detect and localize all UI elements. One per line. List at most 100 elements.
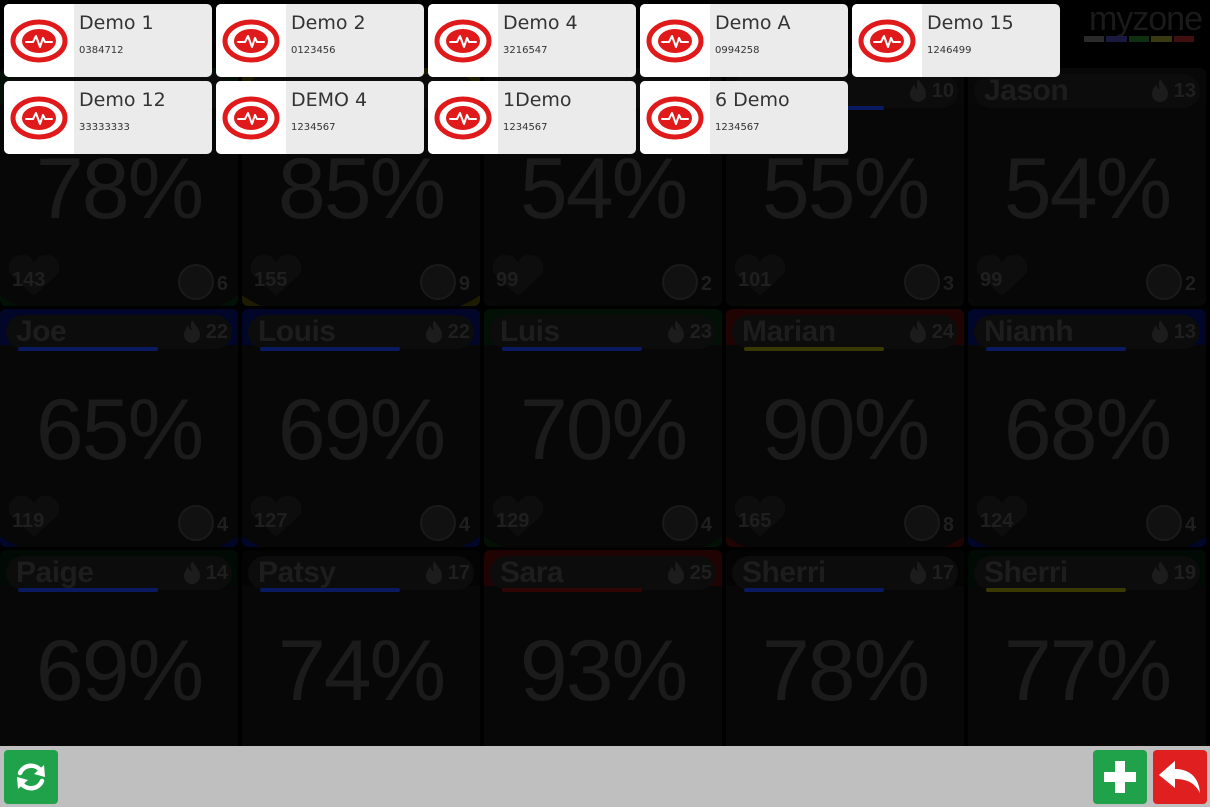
zone-badge-icon [420,264,456,300]
tile-rank: 4 [1184,514,1196,536]
flame-icon [1152,320,1168,343]
flame-icon [910,561,926,584]
user-tile[interactable]: Joe 22 65% 119 4 [0,309,238,547]
belt-card[interactable]: Demo 1 0384712 [4,4,212,77]
belt-card-id: 0994258 [715,45,760,56]
belt-card-name: Demo A [715,12,791,34]
tile-effort-percent: 90% [761,382,930,478]
belt-card[interactable]: Demo 15 1246499 [852,4,1060,77]
tile-heart-rate: 99 [496,269,519,291]
tile-rank: 8 [942,514,954,536]
zone-badge-icon [420,505,456,541]
zone-badge-icon [1146,505,1182,541]
tile-rank: 4 [700,514,712,536]
bottom-toolbar [0,746,1210,807]
tile-user-name: Sherri [742,556,826,589]
add-button[interactable] [1093,750,1147,804]
tile-user-name: Sherri [984,556,1068,589]
flame-icon [426,320,442,343]
user-tile[interactable]: Jason 13 54% 99 2 [968,68,1206,306]
belt-card-name: Demo 1 [79,12,154,34]
back-arrow-icon [1159,761,1200,793]
belt-card-name: Demo 15 [927,12,1014,34]
tile-effort-percent: 69% [277,382,446,478]
user-tile[interactable]: Niamh 13 68% 124 4 [968,309,1206,547]
heart-belt-icon [216,4,286,77]
belt-card[interactable]: DEMO 4 1234567 [216,81,424,154]
tile-user-name: Joe [16,315,67,348]
tile-meps: 22 [447,321,470,343]
heart-belt-icon [852,4,922,77]
tile-rank: 9 [458,273,470,295]
heart-belt-icon [216,81,286,154]
myzone-logo: myzone [1088,0,1203,38]
logo-bar-segment [1128,36,1150,42]
tile-meps: 23 [689,321,712,343]
flame-icon [426,561,442,584]
tile-heart-rate: 119 [12,510,45,532]
heart-belt-icon [4,4,74,77]
zone-badge-icon [178,264,214,300]
belt-card-id: 1234567 [503,122,548,133]
tile-user-name: Niamh [984,315,1074,348]
tile-meps: 22 [205,321,228,343]
tile-user-name: Patsy [258,556,336,589]
user-tile[interactable]: Louis 22 69% 127 4 [242,309,480,547]
back-button[interactable] [1153,750,1207,804]
flame-icon [910,320,926,343]
tile-meps: 25 [689,562,712,584]
heart-belt-icon [640,4,710,77]
tile-heart-rate: 143 [12,269,46,291]
tile-meps: 10 [931,80,954,102]
user-tile[interactable]: Luis 23 70% 129 4 [484,309,722,547]
tile-heart-rate: 155 [254,269,288,291]
tile-rank: 2 [700,273,712,295]
logo-bar-segment [1084,36,1105,42]
flame-icon [668,320,684,343]
flame-icon [910,79,926,102]
tile-effort-percent: 93% [519,623,688,719]
tile-meps: 24 [931,321,954,343]
user-tile[interactable]: Marian 24 90% 165 8 [726,309,964,547]
tile-heart-rate: 165 [738,510,772,532]
belt-card-name: 1Demo [503,89,572,111]
belt-card-id: 33333333 [79,122,130,133]
tile-effort-percent: 70% [519,382,688,478]
flame-icon [1152,561,1168,584]
tile-effort-percent: 78% [35,141,204,237]
tile-rank: 4 [216,514,228,536]
tile-effort-percent: 77% [1003,623,1172,719]
belt-card[interactable]: 6 Demo 1234567 [640,81,848,154]
tile-meps: 17 [447,562,470,584]
tile-meps: 17 [931,562,954,584]
tile-heart-rate: 101 [738,269,772,291]
belt-card-id: 1234567 [291,122,336,133]
tile-user-name: Marian [742,315,836,348]
tile-effort-percent: 74% [277,623,446,719]
tile-meps: 13 [1173,321,1196,343]
belt-card[interactable]: Demo A 0994258 [640,4,848,77]
tile-heart-rate: 127 [254,510,288,532]
belt-card[interactable]: Demo 4 3216547 [428,4,636,77]
tile-user-name: Paige [16,556,94,589]
refresh-button[interactable] [4,750,58,804]
heart-belt-icon [428,81,498,154]
refresh-icon [17,763,45,791]
tile-heart-rate: 99 [980,269,1003,291]
tile-user-name: Luis [500,315,560,348]
flame-icon [184,320,200,343]
logo-bar-segment [1151,36,1172,42]
tile-user-name: Louis [258,315,336,348]
app-screen: 78% 143 6 85% 155 9 54% 99 2 10 55% 101 … [0,0,1210,807]
zone-badge-icon [904,264,940,300]
tile-rank: 4 [458,514,470,536]
belt-card[interactable]: Demo 2 0123456 [216,4,424,77]
belt-card[interactable]: Demo 12 33333333 [4,81,212,154]
zone-badge-icon [662,505,698,541]
tile-rank: 2 [1184,273,1196,295]
heart-belt-icon [640,81,710,154]
belt-card[interactable]: 1Demo 1234567 [428,81,636,154]
belt-card-name: DEMO 4 [291,89,368,111]
tile-effort-percent: 55% [761,141,930,237]
belt-card-id: 3216547 [503,45,548,56]
